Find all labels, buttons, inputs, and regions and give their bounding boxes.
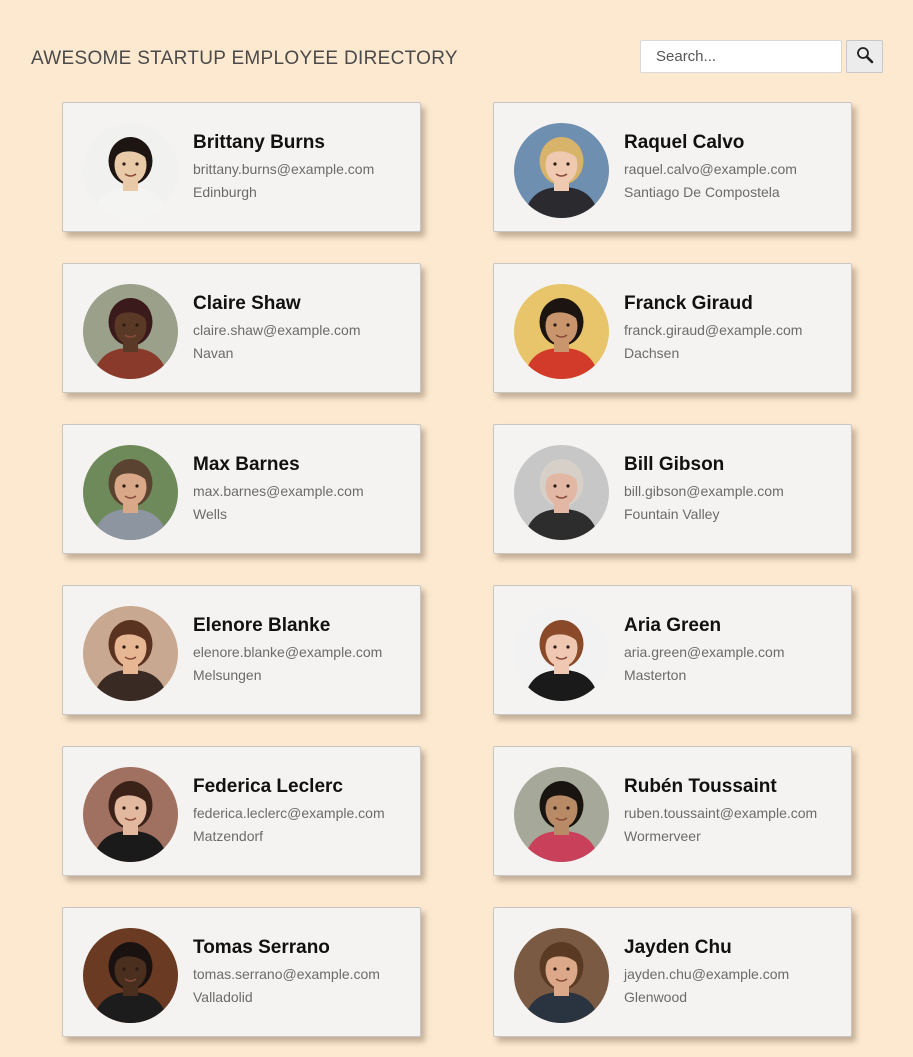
- employee-card[interactable]: Rubén Toussaint ruben.toussaint@example.…: [493, 746, 852, 876]
- employee-card[interactable]: Raquel Calvo raquel.calvo@example.com Sa…: [493, 102, 852, 232]
- employee-email: bill.gibson@example.com: [624, 483, 784, 499]
- employee-location: Wormerveer: [624, 828, 701, 844]
- employee-avatar: [83, 445, 178, 540]
- employee-info: Elenore Blanke elenore.blanke@example.co…: [193, 615, 382, 684]
- employee-info: Aria Green aria.green@example.com Master…: [624, 615, 785, 684]
- employee-info: Rubén Toussaint ruben.toussaint@example.…: [624, 776, 817, 845]
- employee-name: Elenore Blanke: [193, 615, 331, 636]
- employee-location: Glenwood: [624, 989, 688, 1005]
- employee-card[interactable]: Tomas Serrano tomas.serrano@example.com …: [62, 907, 421, 1037]
- employee-location: Matzendorf: [193, 828, 264, 844]
- employee-location: Santiago De Compostela: [624, 184, 780, 200]
- employee-name: Brittany Burns: [193, 132, 325, 153]
- employee-card[interactable]: Elenore Blanke elenore.blanke@example.co…: [62, 585, 421, 715]
- employee-location: Navan: [193, 345, 234, 361]
- employee-email: franck.giraud@example.com: [624, 322, 803, 338]
- page-title: AWESOME STARTUP EMPLOYEE DIRECTORY: [31, 48, 458, 69]
- employee-card[interactable]: Aria Green aria.green@example.com Master…: [493, 585, 852, 715]
- employee-info: Raquel Calvo raquel.calvo@example.com Sa…: [624, 132, 797, 201]
- employee-name: Raquel Calvo: [624, 132, 745, 153]
- employee-info: Claire Shaw claire.shaw@example.com Nava…: [193, 293, 361, 362]
- employee-avatar: [83, 767, 178, 862]
- employee-avatar: [514, 445, 609, 540]
- employee-info: Brittany Burns brittany.burns@example.co…: [193, 132, 374, 201]
- employee-name: Bill Gibson: [624, 454, 725, 475]
- employee-location: Wells: [193, 506, 227, 522]
- employee-email: elenore.blanke@example.com: [193, 644, 383, 660]
- employee-info: Bill Gibson bill.gibson@example.com Foun…: [624, 454, 784, 523]
- employee-name: Tomas Serrano: [193, 937, 330, 958]
- search-form: [640, 40, 883, 73]
- employee-avatar: [514, 767, 609, 862]
- employee-avatar: [83, 606, 178, 701]
- employee-name: Rubén Toussaint: [624, 776, 777, 797]
- employee-email: ruben.toussaint@example.com: [624, 805, 818, 821]
- search-button[interactable]: [846, 40, 883, 73]
- employee-location: Valladolid: [193, 989, 253, 1005]
- employee-avatar: [83, 123, 178, 218]
- employee-info: Jayden Chu jayden.chu@example.com Glenwo…: [624, 937, 789, 1006]
- employee-directory: Brittany Burns brittany.burns@example.co…: [62, 102, 852, 1037]
- employee-location: Edinburgh: [193, 184, 257, 200]
- employee-email: max.barnes@example.com: [193, 483, 364, 499]
- employee-card[interactable]: Claire Shaw claire.shaw@example.com Nava…: [62, 263, 421, 393]
- employee-email: raquel.calvo@example.com: [624, 161, 797, 177]
- employee-card[interactable]: Max Barnes max.barnes@example.com Wells: [62, 424, 421, 554]
- employee-info: Max Barnes max.barnes@example.com Wells: [193, 454, 364, 523]
- employee-name: Claire Shaw: [193, 293, 301, 314]
- employee-info: Tomas Serrano tomas.serrano@example.com …: [193, 937, 380, 1006]
- employee-avatar: [83, 928, 178, 1023]
- employee-info: Franck Giraud franck.giraud@example.com …: [624, 293, 802, 362]
- employee-avatar: [514, 928, 609, 1023]
- employee-avatar: [514, 284, 609, 379]
- employee-card[interactable]: Brittany Burns brittany.burns@example.co…: [62, 102, 421, 232]
- employee-info: Federica Leclerc federica.leclerc@exampl…: [193, 776, 385, 845]
- employee-location: Fountain Valley: [624, 506, 720, 522]
- employee-location: Melsungen: [193, 667, 262, 683]
- employee-card[interactable]: Jayden Chu jayden.chu@example.com Glenwo…: [493, 907, 852, 1037]
- employee-email: brittany.burns@example.com: [193, 161, 375, 177]
- employee-name: Aria Green: [624, 615, 722, 636]
- employee-card[interactable]: Bill Gibson bill.gibson@example.com Foun…: [493, 424, 852, 554]
- employee-email: claire.shaw@example.com: [193, 322, 361, 338]
- employee-name: Jayden Chu: [624, 937, 732, 958]
- employee-card[interactable]: Federica Leclerc federica.leclerc@exampl…: [62, 746, 421, 876]
- employee-avatar: [514, 123, 609, 218]
- employee-email: tomas.serrano@example.com: [193, 966, 380, 982]
- employee-email: federica.leclerc@example.com: [193, 805, 385, 821]
- employee-avatar: [83, 284, 178, 379]
- search-icon: [856, 46, 874, 67]
- header: AWESOME STARTUP EMPLOYEE DIRECTORY: [0, 0, 913, 100]
- employee-avatar: [514, 606, 609, 701]
- employee-email: jayden.chu@example.com: [624, 966, 790, 982]
- employee-name: Federica Leclerc: [193, 776, 343, 797]
- search-input[interactable]: [640, 40, 842, 73]
- employee-location: Masterton: [624, 667, 687, 683]
- employee-name: Franck Giraud: [624, 293, 753, 314]
- employee-card[interactable]: Franck Giraud franck.giraud@example.com …: [493, 263, 852, 393]
- employee-name: Max Barnes: [193, 454, 300, 475]
- employee-location: Dachsen: [624, 345, 680, 361]
- employee-email: aria.green@example.com: [624, 644, 785, 660]
